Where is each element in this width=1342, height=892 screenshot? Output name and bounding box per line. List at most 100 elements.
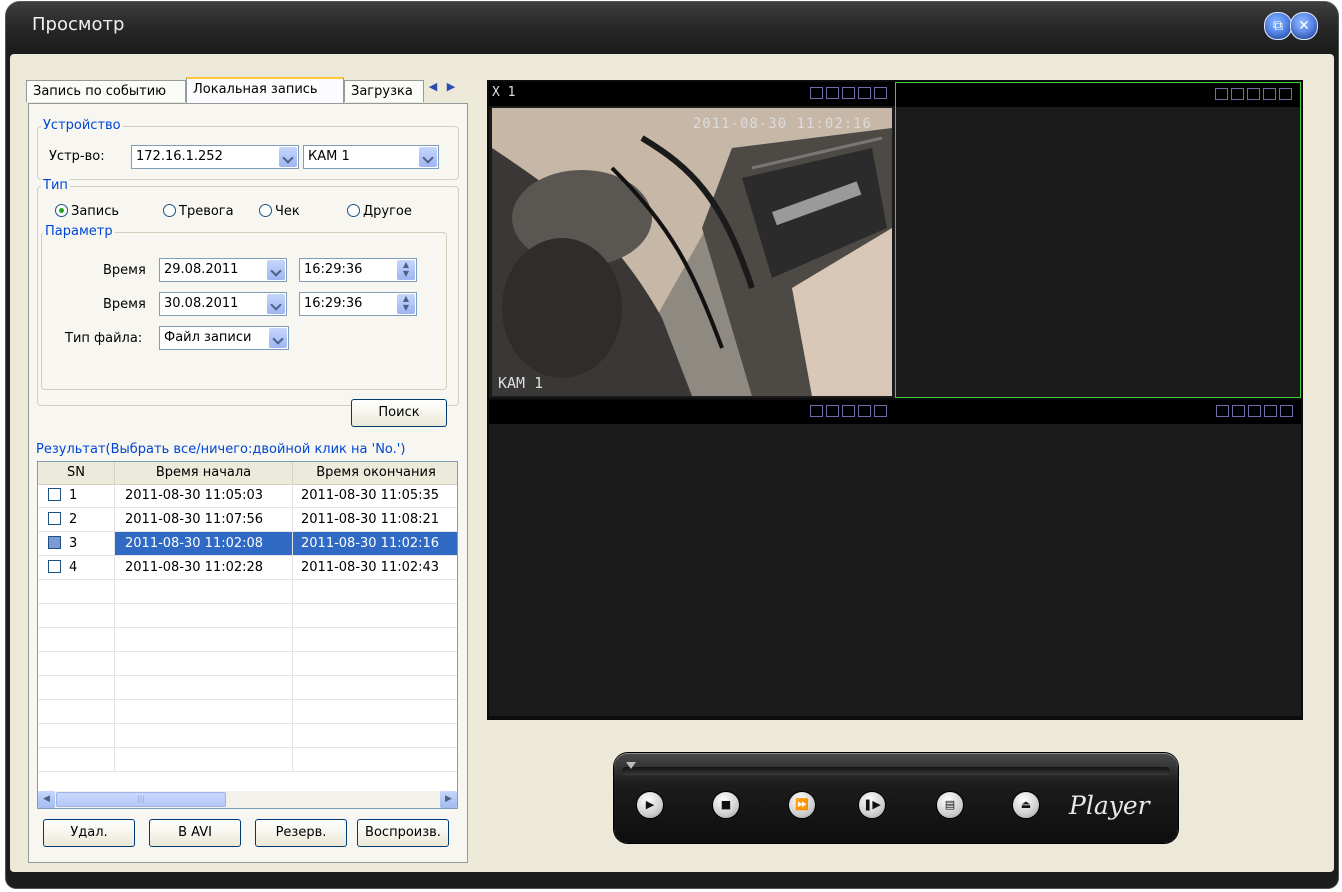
video-cell-2[interactable] xyxy=(895,82,1301,398)
row-sn: 1 xyxy=(69,488,78,503)
file-type-select[interactable]: Файл записи xyxy=(159,326,289,350)
video-grid: X 1 2011-08-30 11:02:16 КАМ 1 xyxy=(487,80,1303,720)
column-header-end[interactable]: Время окончания xyxy=(293,462,457,484)
column-header-sn[interactable]: SN xyxy=(38,462,115,484)
table-row[interactable]: 3 2011-08-30 11:02:08 2011-08-30 11:02:16 xyxy=(38,532,457,556)
record-icon[interactable] xyxy=(1247,88,1260,100)
cell-sn: 2 xyxy=(38,508,115,531)
cell-start-time xyxy=(115,676,293,699)
restore-button[interactable]: ⧉ xyxy=(1264,12,1292,40)
to-avi-button[interactable]: В AVI xyxy=(149,819,241,847)
row-checkbox[interactable] xyxy=(48,560,61,573)
tab-scroll-right-icon[interactable]: ▶ xyxy=(442,80,460,93)
tab-event-record[interactable]: Запись по событию xyxy=(26,80,186,102)
snapshot-icon[interactable] xyxy=(1216,405,1229,417)
tab-local-record[interactable]: Локальная запись xyxy=(186,77,344,103)
close-icon[interactable] xyxy=(1280,405,1293,417)
row-sn: 4 xyxy=(69,560,78,575)
layout-icon[interactable] xyxy=(1232,405,1245,417)
chevron-down-icon[interactable] xyxy=(267,294,285,314)
video-cell-1[interactable]: X 1 2011-08-30 11:02:16 КАМ 1 xyxy=(489,82,895,398)
audio-icon[interactable] xyxy=(1263,88,1276,100)
channel-label: X 1 xyxy=(492,85,516,100)
table-row xyxy=(38,604,457,628)
start-date-value: 29.08.2011 xyxy=(164,262,239,277)
layout-icon[interactable] xyxy=(1231,88,1244,100)
delete-button[interactable]: Удал. xyxy=(43,819,135,847)
cell-end-time xyxy=(293,748,457,771)
radio-check[interactable]: Чек xyxy=(259,203,300,221)
radio-record-label: Запись xyxy=(71,204,120,219)
radio-record[interactable]: Запись xyxy=(55,203,119,221)
audio-icon[interactable] xyxy=(858,405,871,417)
audio-icon[interactable] xyxy=(858,87,871,99)
spinner-arrows-icon[interactable]: ▲ ▼ xyxy=(397,294,415,314)
audio-icon[interactable] xyxy=(1264,405,1277,417)
layout-icon[interactable] xyxy=(826,405,839,417)
chevron-down-icon[interactable] xyxy=(269,328,287,348)
play-button[interactable]: Воспроизв. xyxy=(357,819,449,847)
record-icon[interactable] xyxy=(1248,405,1261,417)
row-checkbox[interactable] xyxy=(48,512,61,525)
search-button[interactable]: Поиск xyxy=(351,399,447,427)
radio-dot-icon xyxy=(55,204,68,217)
close-icon[interactable] xyxy=(874,405,887,417)
eject-icon[interactable]: ⏏ xyxy=(1012,791,1040,819)
stop-icon[interactable]: ■ xyxy=(712,791,740,819)
record-icon[interactable] xyxy=(842,87,855,99)
chevron-down-icon[interactable] xyxy=(419,147,437,167)
layout-icon[interactable] xyxy=(826,87,839,99)
record-icon[interactable] xyxy=(842,405,855,417)
table-row[interactable]: 4 2011-08-30 11:02:28 2011-08-30 11:02:43 xyxy=(38,556,457,580)
play-icon[interactable]: ▶ xyxy=(636,791,664,819)
fast-forward-icon[interactable]: ⏩ xyxy=(788,791,816,819)
row-checkbox[interactable] xyxy=(48,488,61,501)
row-checkbox[interactable] xyxy=(48,536,61,549)
video-cell-4[interactable] xyxy=(895,400,1301,716)
scroll-thumb[interactable]: ||| xyxy=(56,792,226,807)
horizontal-scrollbar[interactable]: ◀ ||| ▶ xyxy=(38,791,457,808)
cell-end-time: 2011-08-30 11:05:35 xyxy=(293,484,457,507)
snapshot-icon[interactable] xyxy=(810,405,823,417)
radio-dot-icon xyxy=(163,204,176,217)
step-frame-icon[interactable]: ❚▶ xyxy=(858,791,886,819)
playback-progress-track[interactable] xyxy=(622,767,1170,775)
end-time-spinner[interactable]: 16:29:36 ▲ ▼ xyxy=(299,292,417,316)
video-cell-3[interactable] xyxy=(489,400,895,716)
video-cell-toolbar xyxy=(1212,88,1292,101)
spinner-arrows-icon[interactable]: ▲ ▼ xyxy=(397,260,415,280)
video-cell-header xyxy=(896,83,1300,107)
table-row[interactable]: 1 2011-08-30 11:05:03 2011-08-30 11:05:35 xyxy=(38,484,457,508)
scroll-right-icon[interactable]: ▶ xyxy=(440,791,457,808)
chevron-down-icon[interactable] xyxy=(279,147,297,167)
playback-position-marker[interactable] xyxy=(626,762,636,769)
table-row[interactable]: 2 2011-08-30 11:07:56 2011-08-30 11:08:21 xyxy=(38,508,457,532)
backup-button[interactable]: Резерв. xyxy=(255,819,347,847)
chevron-down-icon[interactable] xyxy=(267,260,285,280)
cell-start-time: 2011-08-30 11:02:08 xyxy=(115,532,293,555)
camera-select[interactable]: КАМ 1 xyxy=(303,145,439,169)
end-date-picker[interactable]: 30.08.2011 xyxy=(159,292,287,316)
start-date-picker[interactable]: 29.08.2011 xyxy=(159,258,287,282)
cell-start-time xyxy=(115,724,293,747)
start-time-label: Время xyxy=(103,263,146,278)
tab-scroll-arrows: ◀ ▶ xyxy=(424,80,470,100)
close-button[interactable]: ✕ xyxy=(1290,12,1318,40)
column-header-start[interactable]: Время начала xyxy=(115,462,293,484)
cell-end-time xyxy=(293,604,457,627)
playlist-icon[interactable]: ▤ xyxy=(936,791,964,819)
snapshot-icon[interactable] xyxy=(1215,88,1228,100)
close-icon[interactable] xyxy=(1279,88,1292,100)
radio-other[interactable]: Другое xyxy=(347,203,412,221)
tab-scroll-left-icon[interactable]: ◀ xyxy=(424,80,442,93)
snapshot-icon[interactable] xyxy=(810,87,823,99)
radio-alarm[interactable]: Тревога xyxy=(163,203,234,221)
close-icon[interactable] xyxy=(874,87,887,99)
player-controls: ▶ ■ ⏩ ❚▶ ▤ ⏏ Player xyxy=(614,753,1178,843)
device-select[interactable]: 172.16.1.252 xyxy=(131,145,299,169)
cell-end-time xyxy=(293,580,457,603)
start-time-spinner[interactable]: 16:29:36 ▲ ▼ xyxy=(299,258,417,282)
tab-download[interactable]: Загрузка xyxy=(344,80,424,102)
cell-start-time xyxy=(115,628,293,651)
scroll-left-icon[interactable]: ◀ xyxy=(38,791,55,808)
